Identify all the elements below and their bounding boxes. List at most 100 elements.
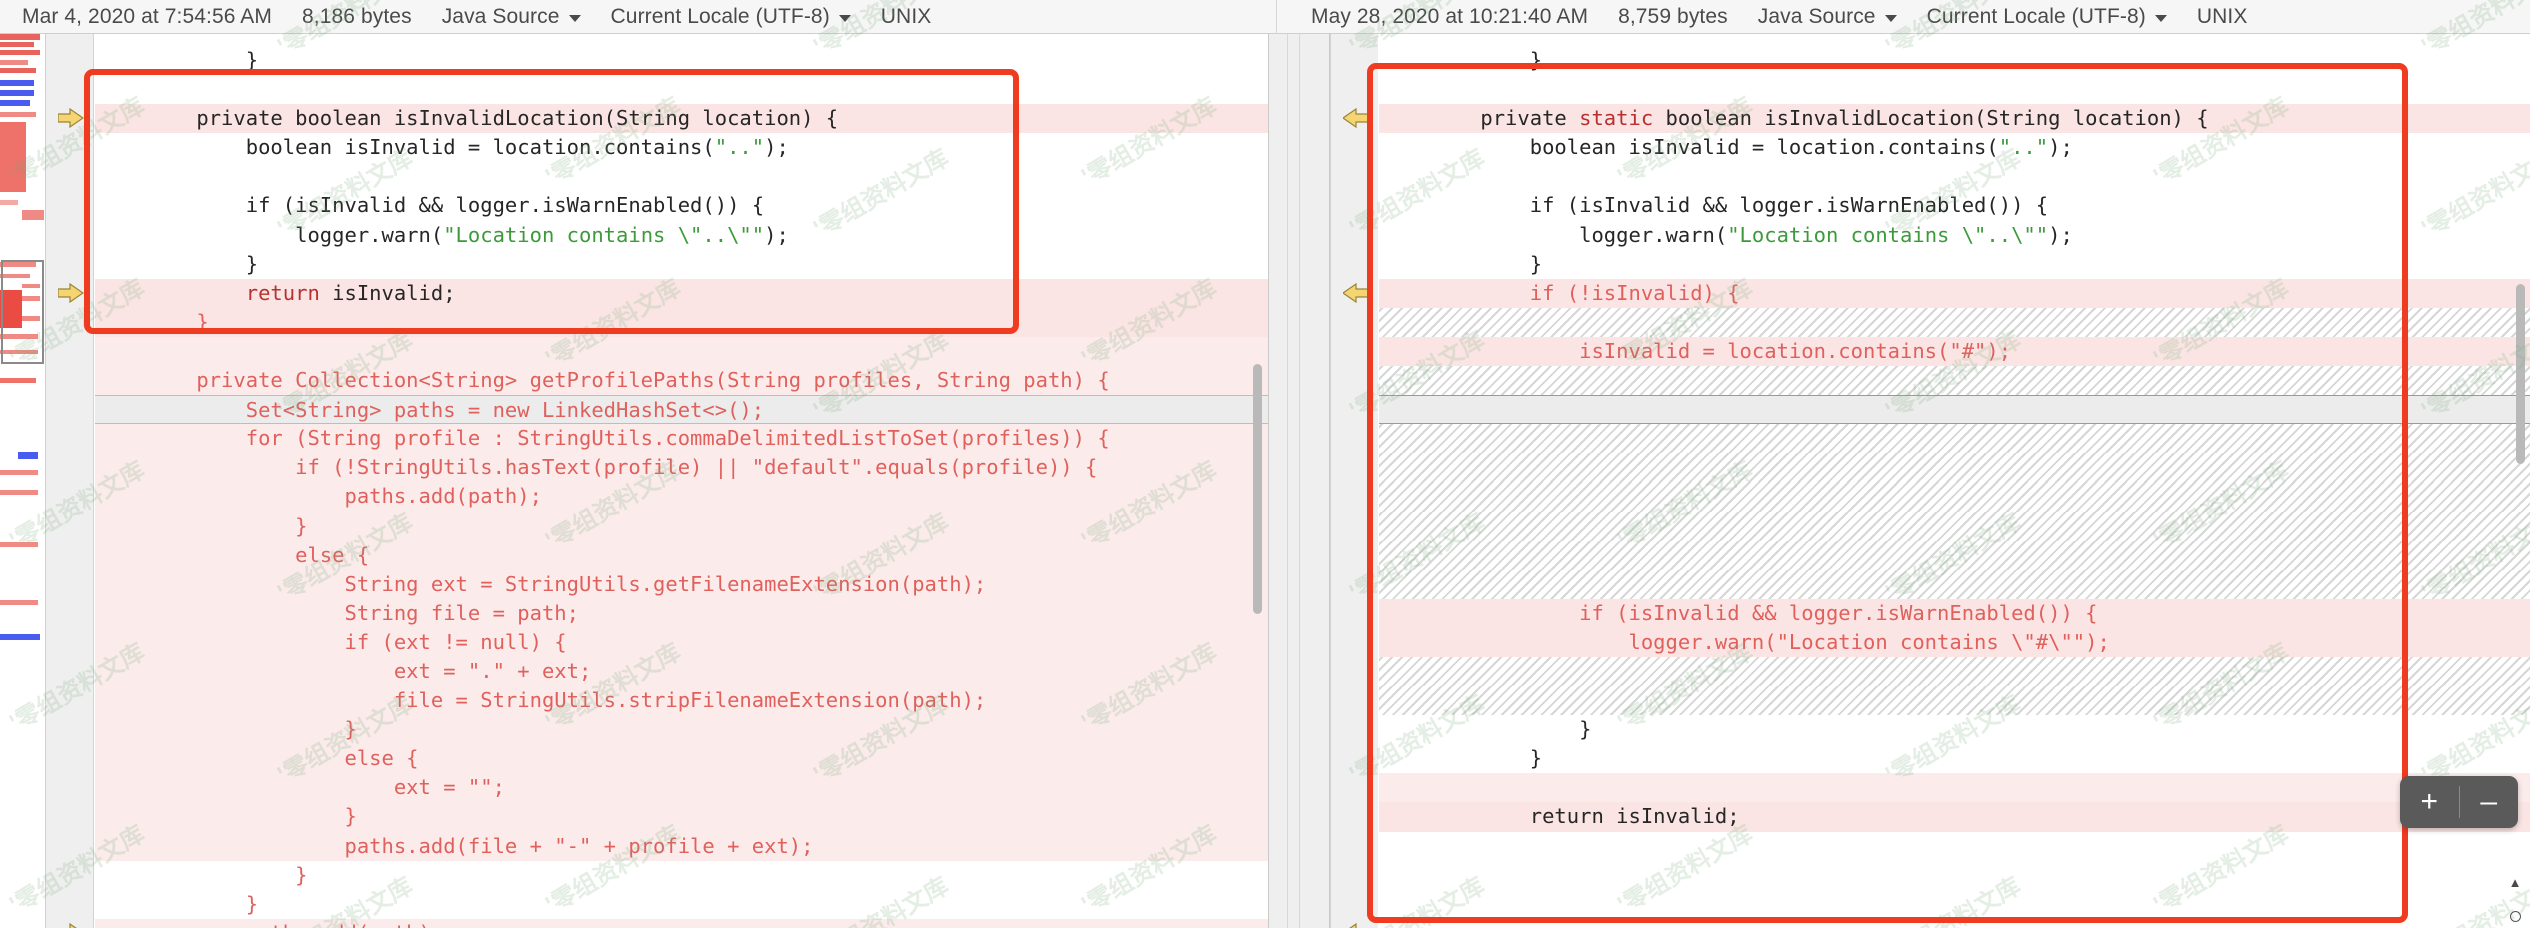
left-code-content[interactable]: } private boolean isInvalidLocation(Stri… [95, 34, 1268, 928]
code-line[interactable]: } [1379, 744, 2530, 774]
left-file-type-dropdown[interactable]: Java Source [442, 5, 581, 29]
apply-change-right-icon[interactable] [58, 108, 84, 129]
code-line[interactable]: Set<String> paths = new LinkedHashSet<>(… [95, 395, 1268, 425]
code-token: } [147, 891, 259, 916]
code-line[interactable]: if (ext != null) { [95, 627, 1268, 657]
code-line[interactable] [95, 336, 1268, 367]
code-line[interactable] [1379, 366, 2530, 396]
stepper-up-icon[interactable]: ▲ [2509, 876, 2522, 889]
code-line[interactable]: if (!StringUtils.hasText(profile) || "de… [95, 453, 1268, 483]
code-line[interactable] [1379, 482, 2530, 512]
left-vertical-scrollbar[interactable] [1253, 364, 1262, 614]
code-line[interactable] [1379, 395, 2530, 425]
code-line[interactable]: } [1379, 715, 2530, 745]
right-encoding-dropdown[interactable]: Current Locale (UTF-8) [1927, 5, 2167, 29]
code-line[interactable] [1379, 656, 2530, 687]
right-change-gutter[interactable] [1330, 34, 1378, 928]
code-line[interactable]: private static boolean isInvalidLocation… [1379, 104, 2530, 134]
code-token: String file = path; [147, 600, 579, 625]
code-line[interactable] [1379, 773, 2530, 803]
code-line[interactable]: if (isInvalid && logger.isWarnEnabled())… [1379, 598, 2530, 628]
pane-separator [1268, 34, 1330, 928]
code-token: static [1579, 106, 1654, 131]
code-line[interactable]: for (String profile : StringUtils.commaD… [95, 424, 1268, 454]
code-line[interactable]: boolean isInvalid = location.contains(".… [95, 133, 1268, 163]
apply-change-left-icon[interactable] [1343, 923, 1369, 928]
code-line[interactable]: } [95, 715, 1268, 745]
code-line[interactable] [1379, 307, 2530, 337]
code-line[interactable]: } [95, 860, 1268, 890]
code-line[interactable]: String file = path; [95, 598, 1268, 628]
left-change-gutter[interactable] [46, 34, 94, 928]
code-line[interactable] [1379, 540, 2530, 570]
right-vertical-scrollbar[interactable] [2516, 284, 2525, 464]
right-file-info: May 28, 2020 at 10:21:40 AM 8,759 bytes … [1277, 0, 2530, 34]
code-line[interactable]: if (isInvalid && logger.isWarnEnabled())… [1379, 191, 2530, 221]
code-line[interactable]: logger.warn("Location contains \"#\""); [1379, 627, 2530, 657]
apply-change-left-icon[interactable] [1343, 282, 1369, 303]
code-token: boolean isInvalid = location.contains( [1431, 135, 1999, 160]
code-line[interactable]: return isInvalid; [1379, 802, 2530, 832]
code-line[interactable] [95, 162, 1268, 192]
code-line[interactable] [1379, 162, 2530, 192]
code-line[interactable]: file = StringUtils.stripFilenameExtensio… [95, 686, 1268, 716]
right-file-type-dropdown[interactable]: Java Source [1758, 5, 1897, 29]
zoom-control[interactable]: + – [2400, 776, 2518, 828]
apply-change-left-icon[interactable] [1343, 108, 1369, 129]
code-line[interactable] [1379, 686, 2530, 716]
code-line[interactable]: } [95, 307, 1268, 337]
code-line[interactable]: String ext = StringUtils.getFilenameExte… [95, 569, 1268, 599]
diff-overview-minimap[interactable] [0, 34, 46, 928]
zoom-out-button[interactable]: – [2460, 776, 2519, 828]
code-line[interactable]: ext = "." + ext; [95, 656, 1268, 687]
code-line[interactable] [1379, 453, 2530, 483]
code-line[interactable]: } [95, 802, 1268, 832]
minimap-viewport-indicator[interactable] [1, 260, 44, 364]
code-line[interactable]: isInvalid = location.contains("#"); [1379, 336, 2530, 367]
code-line[interactable] [1379, 569, 2530, 599]
left-file-type-label: Java Source [441, 5, 560, 28]
code-line[interactable] [1379, 511, 2530, 541]
code-line[interactable]: else { [95, 540, 1268, 570]
code-token: } [1431, 746, 1543, 771]
code-line[interactable] [1379, 424, 2530, 454]
code-line[interactable]: private boolean isInvalidLocation(String… [95, 104, 1268, 134]
code-line[interactable]: } [95, 46, 1268, 76]
code-line[interactable] [95, 75, 1268, 105]
code-line[interactable]: } [1379, 249, 2530, 279]
code-token: logger.warn( [1431, 222, 1728, 247]
apply-change-right-icon[interactable] [58, 282, 84, 303]
chevron-down-icon [2154, 15, 2167, 22]
right-file-pane[interactable]: } private static boolean isInvalidLocati… [1330, 34, 2530, 928]
code-line[interactable] [1379, 75, 2530, 105]
code-line[interactable]: return isInvalid; [95, 278, 1268, 308]
code-line[interactable]: } [95, 249, 1268, 279]
left-encoding-dropdown[interactable]: Current Locale (UTF-8) [611, 5, 851, 29]
code-line[interactable]: else { [95, 744, 1268, 774]
minimap-change-bar [0, 490, 38, 495]
apply-change-right-icon[interactable] [58, 923, 84, 928]
code-line[interactable]: paths.add(path); [95, 918, 1268, 928]
code-token: isInvalid = location.contains( [1431, 338, 1950, 363]
zoom-in-button[interactable]: + [2400, 776, 2459, 828]
stepper-circle-icon[interactable] [2509, 911, 2521, 922]
code-line[interactable]: } [95, 511, 1268, 541]
code-token: isInvalid; [319, 280, 456, 305]
code-token: paths.add(path); [147, 484, 542, 509]
code-line[interactable]: } [95, 889, 1268, 919]
code-line[interactable]: if (!isInvalid) { [1379, 278, 2530, 308]
right-code-content[interactable]: } private static boolean isInvalidLocati… [1379, 34, 2530, 928]
code-line[interactable]: logger.warn("Location contains \"..\""); [95, 220, 1268, 250]
navigation-stepper[interactable]: ▲ [2506, 876, 2524, 922]
left-file-pane[interactable]: } private boolean isInvalidLocation(Stri… [46, 34, 1268, 928]
code-line[interactable]: if (isInvalid && logger.isWarnEnabled())… [95, 191, 1268, 221]
code-line[interactable]: logger.warn("Location contains \"..\""); [1379, 220, 2530, 250]
code-line[interactable]: ext = ""; [95, 773, 1268, 803]
code-line[interactable]: paths.add(path); [95, 482, 1268, 512]
code-line[interactable]: private Collection<String> getProfilePat… [95, 366, 1268, 396]
minimap-change-bar [0, 90, 34, 96]
code-line[interactable]: } [1379, 46, 2530, 76]
code-line[interactable]: paths.add(file + "-" + profile + ext); [95, 831, 1268, 861]
code-line[interactable]: boolean isInvalid = location.contains(".… [1379, 133, 2530, 163]
